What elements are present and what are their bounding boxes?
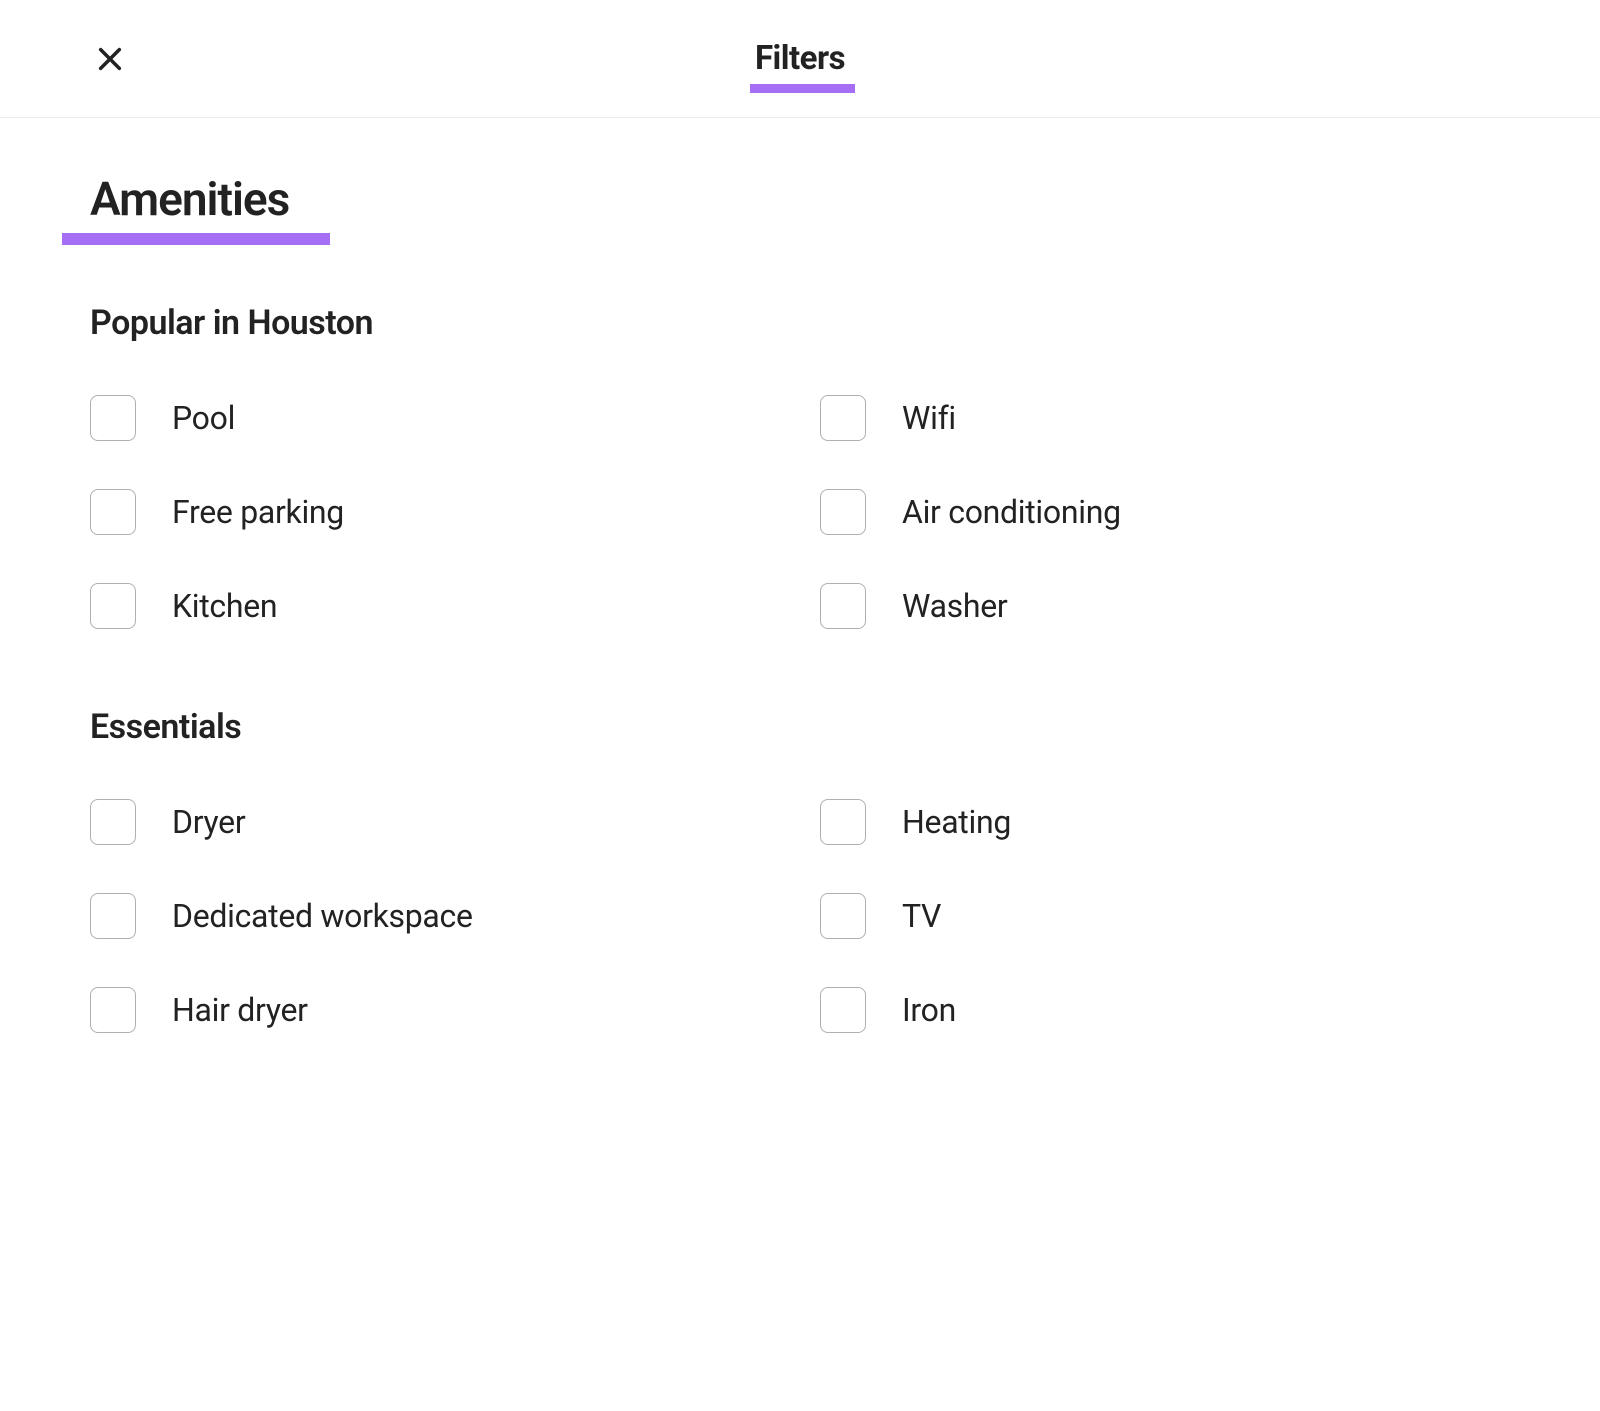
option-label: Dryer <box>172 803 245 841</box>
header-title-wrap: Filters <box>755 39 845 78</box>
option-label: TV <box>902 897 941 935</box>
option-label: Heating <box>902 803 1011 841</box>
option-label: Wifi <box>902 399 956 437</box>
option-label: Free parking <box>172 493 344 531</box>
option-iron[interactable]: Iron <box>820 987 1510 1033</box>
checkbox-washer[interactable] <box>820 583 866 629</box>
checkbox-kitchen[interactable] <box>90 583 136 629</box>
option-label: Hair dryer <box>172 991 308 1029</box>
options-grid-essentials: Dryer Heating Dedicated workspace TV Hai… <box>90 799 1510 1033</box>
option-label: Kitchen <box>172 587 277 625</box>
option-hair-dryer[interactable]: Hair dryer <box>90 987 780 1033</box>
subsection-popular-title: Popular in Houston <box>90 303 1510 343</box>
option-pool[interactable]: Pool <box>90 395 780 441</box>
subsection-essentials: Essentials Dryer Heating Dedicated works… <box>90 707 1510 1033</box>
checkbox-iron[interactable] <box>820 987 866 1033</box>
checkbox-hair-dryer[interactable] <box>90 987 136 1033</box>
checkbox-tv[interactable] <box>820 893 866 939</box>
option-air-conditioning[interactable]: Air conditioning <box>820 489 1510 535</box>
option-label: Air conditioning <box>902 493 1121 531</box>
option-heating[interactable]: Heating <box>820 799 1510 845</box>
checkbox-dedicated-workspace[interactable] <box>90 893 136 939</box>
close-button[interactable] <box>88 37 132 81</box>
checkbox-dryer[interactable] <box>90 799 136 845</box>
checkbox-heating[interactable] <box>820 799 866 845</box>
section-title-wrap: Amenities <box>90 173 289 227</box>
option-dryer[interactable]: Dryer <box>90 799 780 845</box>
option-label: Iron <box>902 991 956 1029</box>
amenities-highlight <box>62 233 330 245</box>
option-label: Dedicated workspace <box>172 897 473 935</box>
subsection-popular: Popular in Houston Pool Wifi Free parkin… <box>90 303 1510 629</box>
checkbox-pool[interactable] <box>90 395 136 441</box>
option-label: Pool <box>172 399 235 437</box>
option-free-parking[interactable]: Free parking <box>90 489 780 535</box>
subsection-essentials-title: Essentials <box>90 707 1510 747</box>
modal-header: Filters <box>0 0 1600 118</box>
option-washer[interactable]: Washer <box>820 583 1510 629</box>
option-label: Washer <box>902 587 1007 625</box>
checkbox-free-parking[interactable] <box>90 489 136 535</box>
amenities-heading: Amenities <box>90 173 289 227</box>
option-tv[interactable]: TV <box>820 893 1510 939</box>
checkbox-air-conditioning[interactable] <box>820 489 866 535</box>
close-icon <box>96 45 124 73</box>
option-kitchen[interactable]: Kitchen <box>90 583 780 629</box>
modal-title: Filters <box>755 39 845 78</box>
options-grid-popular: Pool Wifi Free parking Air conditioning … <box>90 395 1510 629</box>
filters-content: Amenities Popular in Houston Pool Wifi F… <box>0 118 1600 1033</box>
filters-modal: Filters Amenities Popular in Houston Poo… <box>0 0 1600 1411</box>
checkbox-wifi[interactable] <box>820 395 866 441</box>
option-wifi[interactable]: Wifi <box>820 395 1510 441</box>
option-dedicated-workspace[interactable]: Dedicated workspace <box>90 893 780 939</box>
title-highlight <box>750 84 855 93</box>
